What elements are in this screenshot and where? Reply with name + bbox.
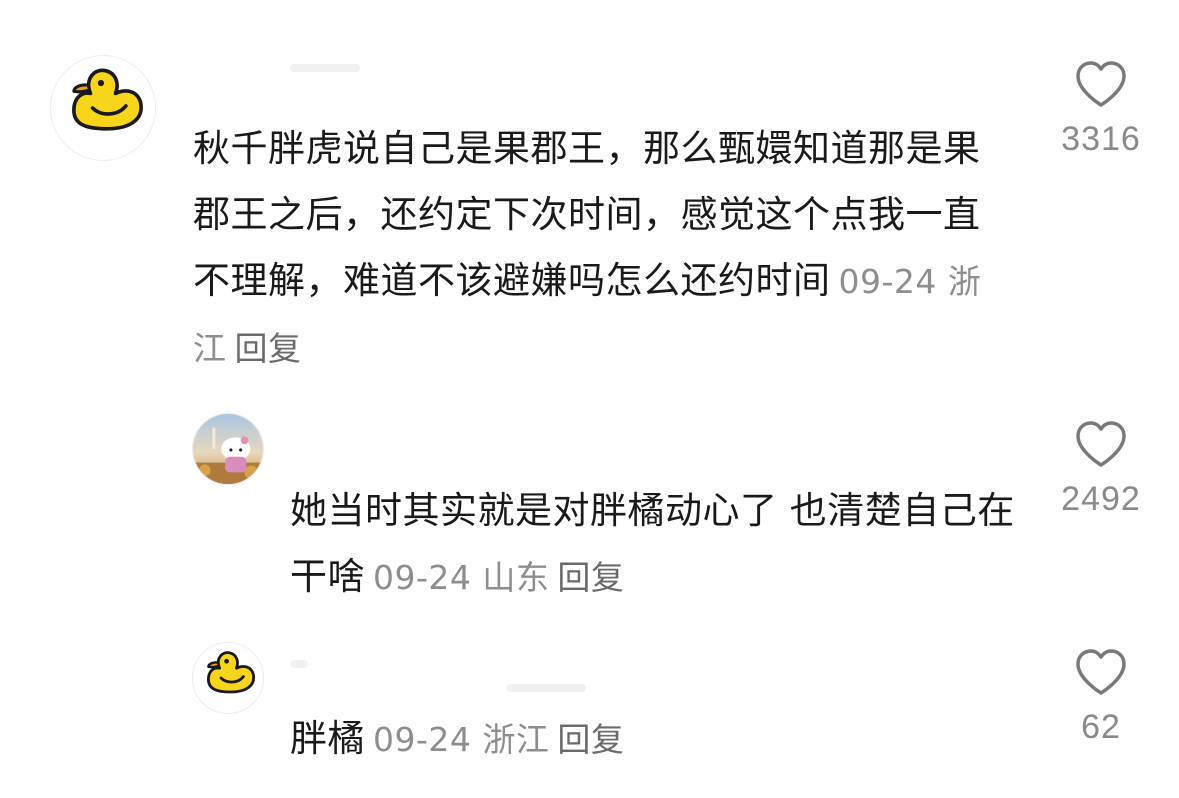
like-count: 62 xyxy=(1081,708,1121,746)
like-count: 3316 xyxy=(1061,120,1141,158)
comment-body: 胖橘 xyxy=(290,717,365,760)
heart-icon xyxy=(1076,649,1126,695)
comment-date: 09-24 xyxy=(373,720,472,759)
duck-icon xyxy=(72,68,143,131)
like-count: 2492 xyxy=(1061,480,1141,518)
like-button[interactable]: 62 xyxy=(1056,648,1146,747)
username-blurred xyxy=(290,660,308,668)
comment-date: 09-24 xyxy=(838,262,937,301)
heart-icon xyxy=(1076,61,1126,107)
comment-meta: 09-24 浙江 回复 xyxy=(373,720,624,759)
username-blurred xyxy=(290,64,360,72)
comment-location: 浙江 xyxy=(482,720,550,759)
avatar[interactable] xyxy=(192,413,264,485)
like-button[interactable]: 3316 xyxy=(1056,60,1146,159)
reply-button[interactable]: 回复 xyxy=(557,558,624,597)
heart-icon xyxy=(1076,421,1126,467)
comment-text: 她当时其实就是对胖橘动心了 也清楚自己在干啥 09-24 山东 回复 xyxy=(290,478,1020,611)
comment-text: 胖橘 09-24 浙江 回复 xyxy=(290,706,990,773)
comment-meta: 09-24 山东 回复 xyxy=(373,558,624,597)
reply-button[interactable]: 回复 xyxy=(557,720,624,759)
comment-text: 秋千胖虎说自己是果郡王，那么甄嬛知道那是果郡王之后，还约定下次时间，感觉这个点我… xyxy=(193,116,993,382)
hello-kitty-photo xyxy=(193,414,263,484)
comment-date: 09-24 xyxy=(373,558,472,597)
comment-location: 山东 xyxy=(482,558,550,597)
username-blurred xyxy=(506,684,586,692)
reply-button[interactable]: 回复 xyxy=(235,329,302,368)
avatar[interactable] xyxy=(192,642,264,714)
avatar[interactable] xyxy=(50,55,156,161)
duck-icon xyxy=(207,651,256,694)
like-button[interactable]: 2492 xyxy=(1056,420,1146,519)
